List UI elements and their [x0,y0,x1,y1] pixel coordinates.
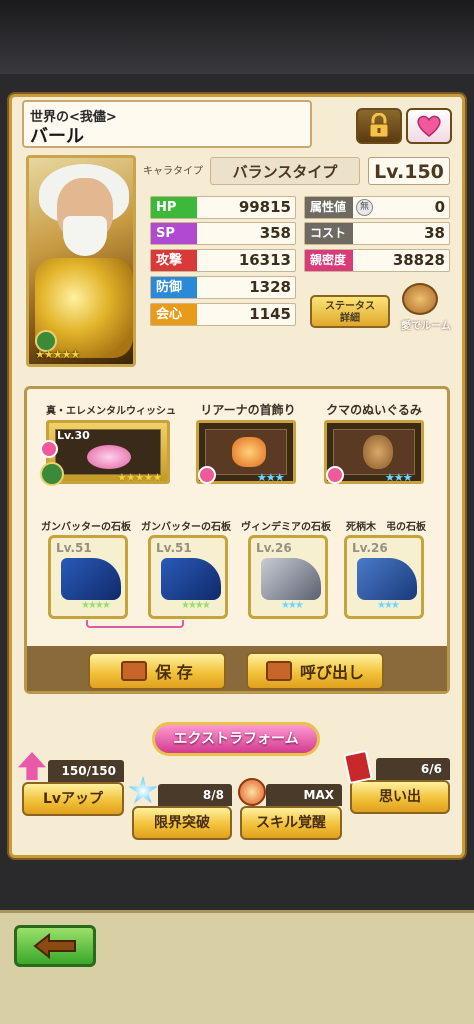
room-button-label: 愛でルーム [401,321,451,332]
stat-value: 358 [259,224,291,242]
status-detail-button[interactable]: ステータス 詳細 [310,295,390,328]
rarity-stars: ★★★★★ [35,348,80,361]
heart-icon [417,115,441,137]
tablet-image [61,558,121,600]
load-label: 呼び出し [299,663,364,682]
back-button[interactable] [14,925,96,967]
status-detail-line2: 詳細 [340,313,360,324]
tablet-image [161,558,221,600]
character-portrait[interactable]: ★★★★★ [26,155,136,367]
top-status-bar [0,0,474,74]
tablet-level: Lv.51 [56,541,92,555]
skill-orb-icon [238,778,266,806]
type-label: キャラタイプ [143,166,203,177]
stat-attribute: 属性値 無 0 [304,196,450,219]
attribute-badge-icon: 無 [356,199,373,216]
tablet-title: ガンバッターの石板 [141,522,231,533]
tablet-title: 死柄木 弔の石板 [346,522,426,533]
accessory-slot-1[interactable]: Lv.30 ★★★★★ [46,420,170,484]
skill-awaken-count: MAX [266,784,342,806]
stat-cost: コスト 38 [304,222,450,245]
stat-value: 1145 [249,305,291,323]
lock-button[interactable] [356,108,402,144]
save-button[interactable]: 保 存 [88,652,226,690]
tablet-stars: ★★★ [377,600,400,611]
portrait-beard [63,216,107,256]
bear-plush-icon [363,435,393,469]
stat-value: 38 [424,224,445,242]
skill-awaken-button[interactable]: スキル覚醒 [240,806,342,840]
load-icon [265,661,292,681]
accessory-stars: ★★★ [257,471,285,484]
lock-heart-icon [326,466,344,484]
save-label: 保 存 [155,663,193,682]
level-value: Lv.150 [368,157,450,185]
extra-form-button[interactable]: エクストラフォーム [152,722,320,756]
lock-icon [369,113,389,138]
lock-heart-icon [198,466,216,484]
necklace-icon [232,437,266,467]
character-name: バール [30,126,84,147]
load-button[interactable]: 呼び出し [246,652,384,690]
tablet-title: ガンバッターの石板 [41,522,131,533]
limit-break-button[interactable]: 限界突破 [132,806,232,840]
tablet-level: Lv.26 [256,541,292,555]
levelup-count: 150/150 [48,760,124,782]
lock-heart-icon [40,440,58,458]
stat-label: HP [151,197,197,218]
stat-label: 防御 [151,277,197,298]
element-badge-icon [40,462,64,486]
tablet-stars: ★★★★ [81,600,111,611]
type-value: バランスタイプ [210,157,360,185]
tablet-level: Lv.51 [156,541,192,555]
accessory-title: クマのぬいぐるみ [326,403,422,417]
save-icon [121,661,148,681]
limit-break-count: 8/8 [158,784,232,806]
stat-label: SP [151,223,197,244]
tablet-slot-4[interactable]: Lv.26 ★★★ [344,535,424,619]
accessory-level: Lv.30 [57,429,90,442]
tablet-stars: ★★★★ [181,600,211,611]
tablet-image [357,558,417,600]
stat-hp: HP 99815 [150,196,296,219]
stat-defense: 防御 1328 [150,276,296,299]
tablet-slot-3[interactable]: Lv.26 ★★★ [248,535,328,619]
favorite-button[interactable] [406,108,452,144]
stat-label: 親密度 [305,250,353,271]
stat-affinity: 親密度 38828 [304,249,450,272]
stat-attack: 攻撃 16313 [150,249,296,272]
accessory-stars: ★★★ [385,471,413,484]
stat-value: 1328 [249,278,291,296]
tablet-pair-indicator [86,620,184,628]
stat-value: 38828 [392,251,445,269]
tablet-title: ヴィンデミアの石板 [241,522,331,533]
status-detail-line1: ステータス [325,301,375,312]
back-arrow-icon [33,933,76,959]
stat-value: 0 [434,198,445,216]
accessory-title: リアーナの首飾り [200,403,296,417]
tablet-image [261,558,321,600]
accessory-title: 真・エレメンタルウィッシュ [46,406,176,417]
stat-critical: 会心 1145 [150,303,296,326]
stat-sp: SP 358 [150,222,296,245]
accessory-stars: ★★★★★ [117,471,162,484]
tablet-level: Lv.26 [352,541,388,555]
tablet-slot-1[interactable]: Lv.51 ★★★★ [48,535,128,619]
tablet-slot-2[interactable]: Lv.51 ★★★★ [148,535,228,619]
stat-label: コスト [305,223,353,244]
memory-count: 6/6 [376,758,450,780]
room-button[interactable]: 愛でルーム [398,283,454,333]
stat-label: 属性値 [305,197,353,218]
memory-button[interactable]: 思い出 [350,780,450,814]
stat-value: 99815 [238,198,291,216]
levelup-button[interactable]: Lvアップ [22,782,124,816]
stat-label: 攻撃 [151,250,197,271]
tablet-stars: ★★★ [281,600,304,611]
wish-icon [87,445,131,469]
stat-label: 会心 [151,304,197,325]
stat-value: 16313 [238,251,291,269]
